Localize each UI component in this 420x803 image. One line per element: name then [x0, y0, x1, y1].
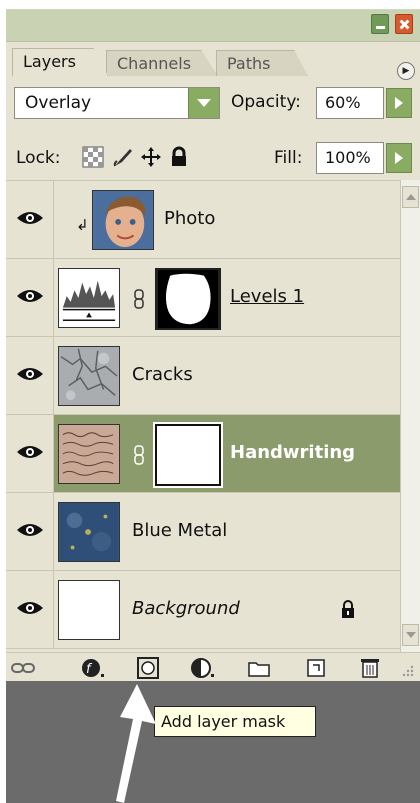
layer-thumbnail-cracks[interactable] [58, 346, 120, 406]
visibility-toggle[interactable] [6, 571, 54, 648]
eye-icon [17, 368, 43, 380]
layer-style-icon[interactable]: f [80, 657, 106, 679]
tab-channels-label: Channels [117, 54, 192, 73]
layer-name-photo: Photo [164, 208, 216, 229]
layer-name-blue-metal: Blue Metal [132, 520, 228, 541]
layers-scrollbar[interactable] [400, 180, 420, 652]
opacity-value: 60% [325, 93, 361, 112]
mask-link-icon[interactable] [133, 445, 145, 465]
visibility-toggle[interactable] [6, 181, 54, 258]
link-layers-icon[interactable] [10, 657, 36, 679]
visibility-toggle[interactable] [6, 493, 54, 570]
layers-bottom-toolbar: f [6, 652, 420, 683]
clipping-arrow-icon: ↲ [76, 216, 89, 234]
lock-image-pixels-icon[interactable] [112, 146, 134, 168]
flyout-menu-icon[interactable]: ▶ [397, 62, 415, 80]
blend-mode-value: Overlay [25, 93, 92, 113]
fill-value: 100% [325, 148, 371, 167]
panel-titlebar [6, 10, 420, 42]
tab-channels[interactable]: Channels [106, 50, 218, 76]
lock-icon [342, 600, 354, 618]
layer-row-cracks[interactable]: Cracks [6, 337, 400, 415]
tooltip: Add layer mask [154, 706, 316, 737]
layer-row-levels[interactable]: Levels 1 [6, 259, 400, 337]
layer-row-blue-metal[interactable]: Blue Metal [6, 493, 400, 571]
levels-adjustment-icon[interactable] [58, 268, 120, 328]
arrow-pointer-icon [116, 684, 156, 803]
opacity-input[interactable]: 60% [316, 87, 384, 119]
layer-thumbnail-blue-metal[interactable] [58, 502, 120, 562]
eye-icon [17, 290, 43, 302]
scroll-down-button[interactable] [402, 624, 419, 646]
layer-name-handwriting: Handwriting [230, 442, 356, 463]
layer-row-background[interactable]: Background [6, 571, 400, 649]
lock-transparent-pixels-icon[interactable] [82, 146, 104, 168]
lock-position-icon[interactable] [140, 146, 162, 168]
lock-label: Lock: [16, 148, 61, 168]
visibility-toggle[interactable] [6, 415, 54, 492]
eye-icon [17, 212, 43, 224]
lock-all-icon[interactable] [168, 146, 190, 168]
tab-layers-label: Layers [23, 52, 76, 71]
lock-fill-row: Lock: Fill: 100% [6, 138, 420, 178]
eye-icon [17, 446, 43, 458]
layer-name-cracks: Cracks [132, 364, 193, 385]
layer-thumbnail-photo[interactable] [92, 190, 154, 250]
trash-icon[interactable] [357, 657, 383, 679]
layer-name-background: Background [132, 598, 240, 619]
fill-label: Fill: [274, 148, 303, 168]
minimize-button[interactable] [371, 14, 389, 34]
close-button[interactable] [395, 14, 413, 34]
tab-paths[interactable]: Paths [216, 50, 308, 76]
opacity-slider-button[interactable] [386, 88, 412, 118]
workspace-background [6, 681, 420, 803]
layer-mask-handwriting[interactable] [155, 424, 221, 486]
visibility-toggle[interactable] [6, 337, 54, 414]
eye-icon [17, 602, 43, 614]
panel-tabs: Layers Channels Paths ▶ [6, 42, 420, 80]
new-layer-icon[interactable] [303, 657, 329, 679]
layer-row-photo[interactable]: ↲ Photo [6, 181, 400, 259]
eye-icon [17, 524, 43, 536]
add-layer-mask-icon[interactable] [135, 657, 161, 679]
tab-layers[interactable]: Layers [12, 48, 108, 76]
adjustment-layer-icon[interactable] [190, 657, 216, 679]
blend-opacity-row: Overlay Opacity: 60% [6, 85, 420, 125]
layer-thumbnail-background[interactable] [58, 580, 120, 640]
layer-name-levels: Levels 1 [230, 286, 305, 307]
opacity-label: Opacity: [231, 92, 301, 112]
layers-list: ↲ Photo Levels 1 Cracks Handwriting Blue… [6, 180, 400, 653]
blend-mode-select[interactable]: Overlay [14, 87, 220, 119]
layer-thumbnail-handwriting[interactable] [58, 424, 120, 484]
visibility-toggle[interactable] [6, 259, 54, 336]
tab-paths-label: Paths [227, 54, 271, 73]
scroll-up-button[interactable] [402, 186, 419, 208]
new-group-icon[interactable] [246, 657, 272, 679]
tooltip-text: Add layer mask [161, 712, 286, 731]
layer-mask-levels[interactable] [155, 268, 221, 330]
layer-row-handwriting[interactable]: Handwriting [6, 415, 400, 493]
fill-slider-button[interactable] [386, 143, 412, 173]
layers-panel: Layers Channels Paths ▶ Overlay Opacity:… [6, 9, 420, 683]
resize-grip-icon[interactable] [398, 657, 416, 679]
fill-input[interactable]: 100% [316, 142, 384, 174]
mask-link-icon[interactable] [133, 289, 145, 309]
chevron-down-icon[interactable] [188, 88, 219, 118]
